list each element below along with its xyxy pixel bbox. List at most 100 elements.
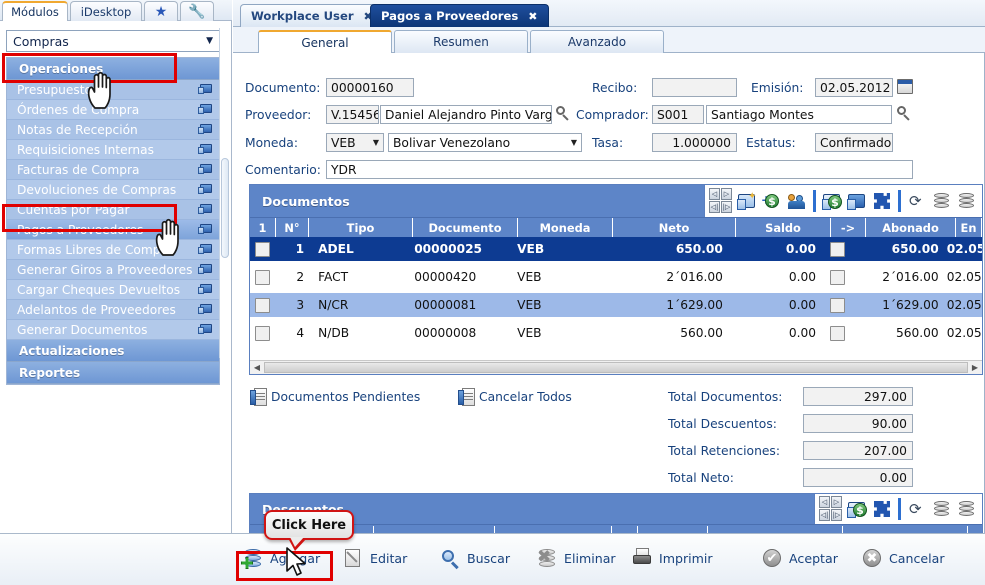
module-dropdown[interactable]: Compras ▼ [6,30,220,52]
scrollbar-thumb[interactable] [264,362,968,373]
sidebar-scrollbar-thumb[interactable] [221,158,229,258]
database-export-icon[interactable] [931,497,953,521]
record-nav-pad[interactable]: ◁ ▷ ◁| |▷ [819,496,843,522]
proveedor-code-field[interactable]: V.15456: [326,105,379,124]
sidebar-item-pagos-a-proveedores[interactable]: Pagos a Proveedores [7,220,219,240]
record-nav-pad[interactable]: ◁ ▷ ◁| |▷ [709,188,733,214]
puzzle-icon[interactable] [871,189,893,213]
chevron-down-icon: ▼ [206,36,213,46]
column-header-documento[interactable]: Documento [413,218,518,238]
tab-favorites[interactable]: ★ [144,1,178,21]
tab-resumen[interactable]: Resumen [394,30,528,53]
column-header-tipo[interactable]: Tipo [309,218,413,238]
cell-arrow-checkbox[interactable] [820,293,854,317]
search-icon-proveedor[interactable] [555,106,571,122]
tab-avanzado[interactable]: Avanzado [530,30,664,53]
documentos-horizontal-scrollbar[interactable]: ◀ ▶ [250,360,982,374]
sidebar-item-notas-de-recepcion[interactable]: Notas de Recepción [7,120,219,140]
table-row[interactable]: 2 FACT 00000420 VEB 2´016.00 0.00 2´016.… [250,265,982,289]
buscar-button[interactable]: Buscar [440,544,510,572]
table-row[interactable]: 3 N/CR 00000081 VEB 1´629.00 0.00 1´629.… [250,293,982,317]
emision-field[interactable]: 02.05.2012 [815,78,893,97]
column-header-saldo[interactable]: Saldo [736,218,831,238]
tab-general[interactable]: General [258,30,392,53]
people-icon[interactable] [786,189,808,213]
tasa-field[interactable]: 1.000000 [652,133,737,152]
sidebar-item-facturas-de-compra[interactable]: Facturas de Compra [7,160,219,180]
row-select-checkbox[interactable] [250,265,276,289]
tab-pagos-a-proveedores[interactable]: Pagos a Proveedores ✖ [370,4,549,27]
scroll-left-icon[interactable]: ◀ [250,363,264,372]
cell-arrow-checkbox[interactable] [820,237,854,261]
cancelar-todos-link[interactable]: Cancelar Todos [458,388,572,406]
sidebar-item-adelantos-de-proveedores[interactable]: Adelantos de Proveedores [7,300,219,320]
close-icon[interactable]: ✖ [528,10,537,23]
edit-money-icon[interactable]: $ [821,189,843,213]
scroll-right-icon[interactable]: ▶ [968,363,982,372]
imprimir-button[interactable]: Imprimir [632,544,713,572]
sidebar-item-generar-giros-a-proveedores[interactable]: Generar Giros a Proveedores [7,260,219,280]
aceptar-button[interactable]: ✔ Aceptar [762,544,838,572]
nav-first-icon[interactable]: ◁| [819,509,830,521]
tab-tools[interactable]: 🔧 [180,1,214,21]
column-header-numero[interactable]: N° [276,218,309,238]
row-select-checkbox[interactable] [250,237,276,261]
eliminar-button[interactable]: ✖ Eliminar [537,544,616,572]
proveedor-name-field[interactable]: Daniel Alejandro Pinto Vargas [380,105,552,124]
sidebar-item-cuentas-por-pagar[interactable]: Cuentas por Pagar [7,200,219,220]
column-header-abonado[interactable]: Abonado [866,218,956,238]
documento-field[interactable]: 00000160 [326,78,414,97]
database-export-icon[interactable] [931,189,953,213]
column-header-neto[interactable]: Neto [613,218,736,238]
row-select-checkbox[interactable] [250,293,276,317]
comprador-name-field[interactable]: Santiago Montes [706,105,892,124]
menu-group-reportes[interactable]: Reportes [7,362,219,384]
cell-arrow-checkbox[interactable] [820,265,854,289]
window-icon[interactable] [846,189,868,213]
nav-next-icon[interactable]: ▷ [721,188,732,200]
nav-last-icon[interactable]: |▷ [831,509,842,521]
estatus-field[interactable]: Confirmado [815,133,893,152]
sidebar-item-requisiciones-internas[interactable]: Requisiciones Internas [7,140,219,160]
menu-group-actualizaciones[interactable]: Actualizaciones [7,340,219,362]
table-row[interactable]: 1 ADEL 00000025 VEB 650.00 0.00 650.00 0… [250,237,982,261]
tab-idesktop[interactable]: iDesktop [70,1,142,21]
column-header-moneda[interactable]: Moneda [518,218,613,238]
editar-button[interactable]: Editar [343,544,407,572]
nav-prev-icon[interactable]: ◁ [819,496,830,508]
comprador-code-field[interactable]: S001 [652,105,704,124]
moneda-name-dropdown[interactable]: Bolivar Venezolano ▼ [388,133,582,152]
database-icon[interactable] [956,189,978,213]
column-header-arrow[interactable]: -> [831,218,866,238]
refresh-icon[interactable]: ⟳ [906,189,928,213]
cell-arrow-checkbox[interactable] [820,321,854,345]
nav-prev-icon[interactable]: ◁ [709,188,720,200]
nav-last-icon[interactable]: |▷ [721,201,732,213]
refresh-icon[interactable]: ⟳ [906,497,928,521]
sidebar-scrollbar[interactable] [219,28,229,358]
calendar-icon[interactable] [897,79,913,94]
add-money-icon[interactable]: +$ [761,189,783,213]
sidebar-item-devoluciones-de-compras[interactable]: Devoluciones de Compras [7,180,219,200]
sidebar-item-generar-documentos[interactable]: Generar Documentos [7,320,219,340]
sidebar-item-formas-libres-de-compra[interactable]: Formas Libres de Compra [7,240,219,260]
comentario-field[interactable]: YDR [326,160,913,179]
tab-workplace-user[interactable]: Workplace User ✖ [240,4,384,27]
row-select-checkbox[interactable] [250,321,276,345]
puzzle-icon[interactable] [871,497,893,521]
column-header-select[interactable]: 1 [250,218,276,238]
search-icon-comprador[interactable] [896,106,912,122]
documentos-pendientes-link[interactable]: Documentos Pendientes [250,388,420,406]
tab-modulos[interactable]: Módulos [2,1,68,21]
nav-next-icon[interactable]: ▷ [831,496,842,508]
recibo-field[interactable] [652,78,737,97]
moneda-code-dropdown[interactable]: VEB ▼ [326,133,384,152]
nav-first-icon[interactable]: ◁| [709,201,720,213]
column-header-en[interactable]: En [956,218,982,238]
database-icon[interactable] [956,497,978,521]
table-row[interactable]: 4 N/DB 00000008 VEB 560.00 0.00 560.00 0… [250,321,982,345]
sidebar-item-cargar-cheques-devueltos[interactable]: Cargar Cheques Devueltos [7,280,219,300]
edit-money-icon[interactable]: $ [846,497,868,521]
cancelar-button[interactable]: ✖ Cancelar [862,544,945,572]
wizard-icon[interactable]: ✦ [736,189,758,213]
